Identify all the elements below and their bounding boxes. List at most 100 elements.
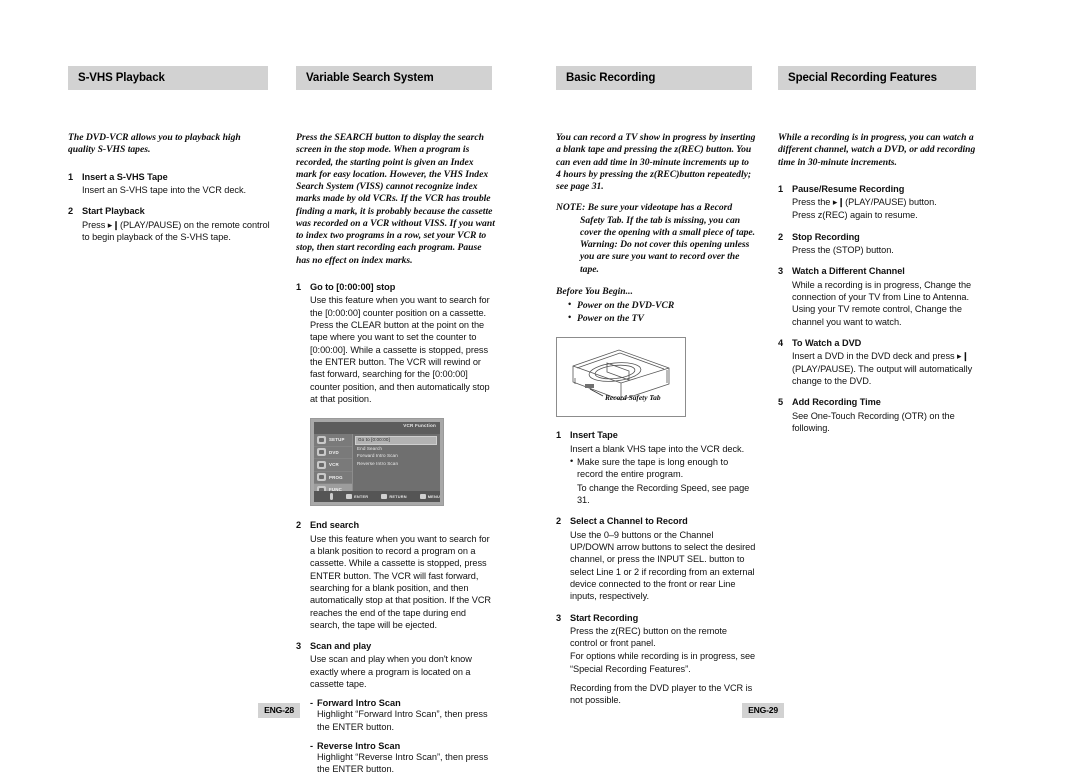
section-heading-s-vhs-playback: S-VHS Playback — [68, 66, 268, 90]
section-heading-basic-recording: Basic Recording — [556, 66, 752, 90]
step-text: Use the 0–9 buttons or the Channel UP/DO… — [570, 529, 756, 602]
step-text: Insert an S-VHS tape into the VCR deck. — [82, 184, 247, 195]
step-text-tertiary: Recording from the DVD player to the VCR… — [570, 683, 753, 706]
osd-sidebar: SETUP DVD VCR PROG FUNC — [314, 434, 353, 497]
step-item: 1 Insert a S-VHS Tape Insert an S-VHS ta… — [68, 171, 270, 197]
step-item: 2 Stop Recording Press the (STOP) button… — [778, 231, 980, 257]
step-text: See One-Touch Recording (OTR) on the fol… — [792, 410, 955, 434]
step-item: 1 Insert Tape Insert a blank VHS tape in… — [556, 429, 756, 506]
step-number: 1 — [68, 171, 74, 182]
step-title: Start Playback — [82, 206, 145, 217]
step-item: 1 Pause/Resume Recording Press the ▸❙(PL… — [778, 183, 980, 222]
step-number: 2 — [68, 206, 74, 217]
step-text-secondary: To change the Recording Speed, see page … — [577, 482, 750, 505]
osd-menu-item-end-search[interactable]: End Search — [355, 445, 437, 453]
page-number-right: ENG-29 — [742, 703, 784, 718]
step-text: While a recording is in progress, Change… — [792, 279, 972, 327]
step-item: 3 Start Recording Press the z(REC) butto… — [556, 612, 756, 707]
note-label: NOTE: — [556, 202, 586, 214]
step-number: 3 — [556, 612, 562, 623]
osd-menu-item-reverse-intro-scan[interactable]: Reverse Intro Scan — [355, 460, 437, 468]
brand-logo-icon — [330, 493, 334, 501]
intro-paragraph: Press the SEARCH button to display the s… — [296, 132, 495, 266]
intro-paragraph: While a recording is in progress, you ca… — [778, 132, 976, 168]
page-number-left: ENG-28 — [258, 703, 300, 718]
note-text: Be sure your videotape has a Record Safe… — [580, 202, 756, 275]
step-text: Insert a DVD in the DVD deck and press ▸… — [792, 351, 973, 387]
cassette-drawing: Record Safety Tab — [572, 349, 670, 402]
clock-icon — [317, 473, 326, 482]
step-item: 2 Start Playback Press ▸❙(PLAY/PAUSE) on… — [68, 205, 270, 243]
osd-menu-item-forward-intro-scan[interactable]: Forward Intro Scan — [355, 452, 437, 460]
column-special-recording-features: Special Recording Features While a recor… — [778, 66, 980, 434]
disc-icon — [317, 448, 326, 457]
osd-sidebar-label: PROG — [329, 474, 343, 480]
list-item: Power on the DVD-VCR — [568, 299, 756, 313]
sub-item-reverse-intro-scan: Reverse Intro Scan Highlight “Reverse In… — [310, 741, 496, 776]
step-title: Scan and play — [310, 641, 372, 652]
step-number: 4 — [778, 338, 784, 349]
step-number: 3 — [778, 266, 784, 277]
step-text: Use this feature when you want to search… — [310, 295, 490, 404]
section-heading-special-recording-features: Special Recording Features — [778, 66, 976, 90]
step-list: 1 Insert Tape Insert a blank VHS tape in… — [556, 429, 756, 707]
step-number: 1 — [556, 430, 562, 441]
osd-sidebar-item-dvd[interactable]: DVD — [314, 447, 352, 460]
cassette-icon — [317, 460, 326, 469]
vhs-cassette-illustration: Record Safety Tab — [556, 337, 686, 418]
step-item: 3 Scan and play Use scan and play when y… — [296, 640, 496, 776]
step-number: 2 — [556, 516, 562, 527]
osd-menu-list: Go to [0:00:00] End Search Forward Intro… — [355, 436, 437, 467]
osd-sidebar-item-setup[interactable]: SETUP — [314, 434, 352, 447]
osd-key-label: RETURN — [389, 494, 407, 500]
step-title: Pause/Resume Recording — [792, 183, 905, 194]
step-text: Press ▸❙(PLAY/PAUSE) on the remote contr… — [82, 219, 270, 242]
step-title: Insert Tape — [570, 430, 618, 441]
osd-sidebar-label: VCR — [329, 462, 339, 468]
step-text-secondary: For options while recording is in progre… — [570, 651, 756, 674]
step-number: 5 — [778, 397, 784, 408]
step-item: 3 Watch a Different Channel While a reco… — [778, 265, 980, 328]
intro-paragraph: You can record a TV show in progress by … — [556, 132, 756, 193]
sub-item-title: Forward Intro Scan — [310, 698, 496, 708]
step-bullet: Make sure the tape is long enough to rec… — [570, 455, 756, 481]
sub-item-text: Highlight “Reverse Intro Scan”, then pre… — [317, 752, 489, 775]
osd-key-hint-enter: ENTER — [346, 494, 369, 500]
list-item: Power on the TV — [568, 312, 756, 326]
step-title: Start Recording — [570, 612, 639, 623]
step-list: 1 Go to [0:00:00] stop Use this feature … — [296, 281, 496, 776]
step-number: 2 — [296, 520, 302, 531]
step-text: Use this feature when you want to search… — [310, 533, 491, 630]
gear-icon — [317, 435, 326, 444]
osd-sidebar-label: DVD — [329, 449, 339, 455]
step-item: 5 Add Recording Time See One-Touch Recor… — [778, 396, 980, 434]
button-icon — [381, 494, 388, 500]
column-s-vhs-playback: S-VHS Playback The DVD-VCR allows you to… — [68, 66, 270, 243]
step-title: Add Recording Time — [792, 397, 881, 408]
column-basic-recording: Basic Recording You can record a TV show… — [556, 66, 756, 707]
step-item: 2 End search Use this feature when you w… — [296, 519, 496, 631]
osd-menu-item-go-to-counter[interactable]: Go to [0:00:00] — [355, 436, 437, 445]
sub-item-text: Highlight “Forward Intro Scan”, then pre… — [317, 709, 488, 732]
step-text: Use scan and play when you don't know ex… — [310, 654, 472, 690]
step-text: Insert a blank VHS tape into the VCR dec… — [570, 443, 745, 454]
step-title: End search — [310, 520, 360, 531]
step-list: 1 Insert a S-VHS Tape Insert an S-VHS ta… — [68, 171, 270, 244]
osd-sidebar-item-vcr[interactable]: VCR — [314, 459, 352, 472]
before-you-begin-label: Before You Begin... — [556, 285, 633, 297]
step-number: 2 — [778, 231, 784, 242]
step-title: Go to [0:00:00] stop — [310, 281, 396, 292]
step-text-secondary: Press z(REC) again to resume. — [792, 210, 918, 221]
figure-caption: Record Safety Tab — [604, 393, 661, 402]
step-text: Press the ▸❙(PLAY/PAUSE) button. — [792, 197, 937, 208]
sub-item-title: Reverse Intro Scan — [310, 741, 496, 751]
step-list: 1 Pause/Resume Recording Press the ▸❙(PL… — [778, 183, 980, 435]
osd-key-label: ENTER — [354, 494, 369, 500]
manual-page-spread: S-VHS Playback The DVD-VCR allows you to… — [0, 0, 1080, 774]
column-variable-search-system: Variable Search System Press the SEARCH … — [296, 66, 496, 776]
section-heading-variable-search-system: Variable Search System — [296, 66, 492, 90]
osd-sidebar-item-prog[interactable]: PROG — [314, 472, 352, 485]
osd-footer-bar: ENTER RETURN MENU — [314, 491, 440, 503]
step-text: Press the (STOP) button. — [792, 245, 894, 256]
step-text: Press the z(REC) button on the remote co… — [570, 625, 727, 649]
